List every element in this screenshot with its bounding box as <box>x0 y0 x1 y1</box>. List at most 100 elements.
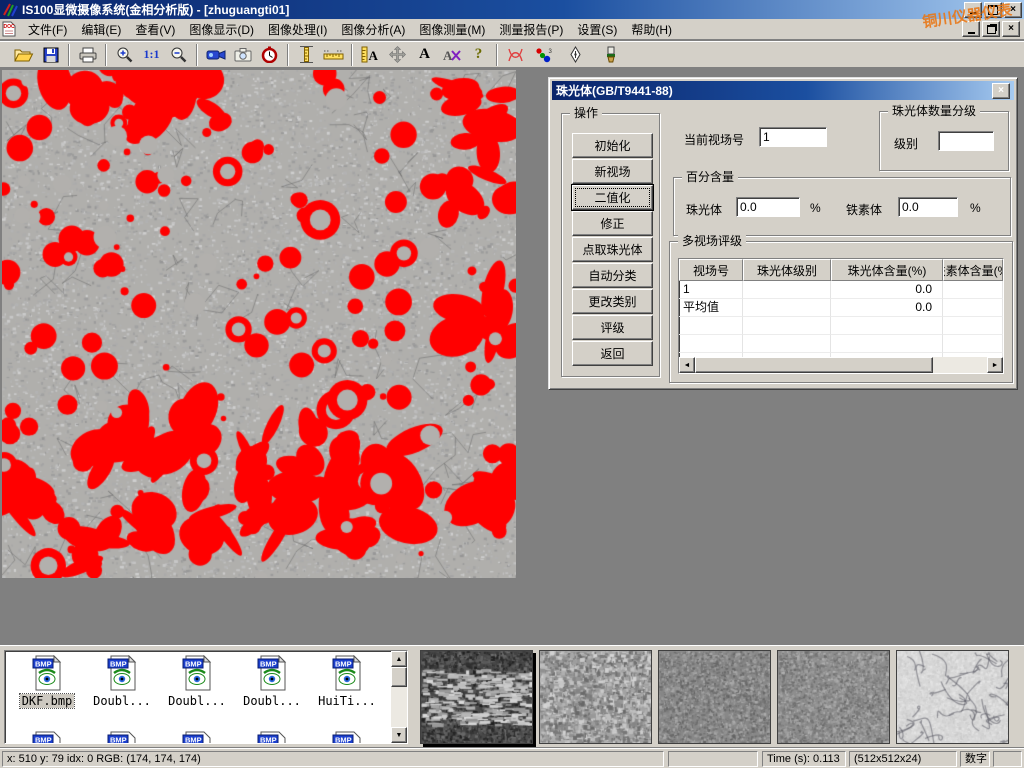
menu-view[interactable]: 查看(V) <box>128 19 182 40</box>
text-delete-tool-button[interactable]: A <box>438 43 465 67</box>
file-item[interactable]: BMP Doubl... <box>86 655 158 708</box>
file-item[interactable]: BMP <box>11 731 83 744</box>
correct-button[interactable]: 修正 <box>572 211 653 236</box>
grade-input[interactable] <box>938 131 994 151</box>
photo-capture-button[interactable] <box>229 43 256 67</box>
save-button[interactable] <box>37 43 64 67</box>
print-button[interactable] <box>74 43 101 67</box>
zoom-in-button[interactable] <box>111 43 138 67</box>
menu-settings[interactable]: 设置(S) <box>570 19 624 40</box>
pen-tool-button[interactable] <box>562 43 589 67</box>
file-item[interactable]: BMP <box>86 731 158 744</box>
scrollbar-thumb[interactable] <box>695 357 933 373</box>
table-horizontal-scrollbar[interactable]: ◄ ► <box>679 357 1003 373</box>
auto-classify-button[interactable]: 自动分类 <box>572 263 653 288</box>
cell: 0.0 <box>831 299 943 317</box>
zoom-out-button[interactable] <box>165 43 192 67</box>
pearlite-label: 珠光体 <box>686 201 722 218</box>
percent-group: 百分含量 珠光体 % 铁素体 % <box>673 177 1011 236</box>
open-file-button[interactable] <box>10 43 37 67</box>
menu-image-display[interactable]: 图像显示(D) <box>182 19 261 40</box>
file-name[interactable]: HuiTi... <box>316 694 378 708</box>
svg-text:BMP: BMP <box>110 660 127 669</box>
cell <box>943 299 1003 317</box>
svg-text:BMP: BMP <box>35 660 52 669</box>
video-capture-button[interactable] <box>202 43 229 67</box>
toolbar-separator <box>351 44 353 66</box>
bmp-file-icon: BMP <box>256 655 288 691</box>
metallographic-image[interactable] <box>2 70 516 578</box>
menu-edit[interactable]: 编辑(E) <box>74 19 128 40</box>
brush-tool-button[interactable] <box>597 43 624 67</box>
menu-image-measure[interactable]: 图像测量(M) <box>412 19 492 40</box>
curve-tool-button[interactable] <box>502 43 529 67</box>
ruler-label-button[interactable]: A <box>357 43 384 67</box>
thumbnail-1[interactable] <box>420 650 533 744</box>
file-item[interactable]: BMP <box>311 731 383 744</box>
menu-image-processing[interactable]: 图像处理(I) <box>261 19 334 40</box>
percent-sign: % <box>970 201 981 215</box>
titlebar: IS100显微摄像系统(金相分析版) - [zhuguangti01] × <box>0 0 1024 19</box>
change-class-button[interactable]: 更改类别 <box>572 289 653 314</box>
mdi-close-button[interactable]: × <box>1002 21 1020 37</box>
cell <box>743 299 831 317</box>
cell: 1 <box>679 281 743 299</box>
new-field-button[interactable]: 新视场 <box>572 159 653 184</box>
menu-file[interactable]: 文件(F) <box>21 19 74 40</box>
file-item[interactable]: BMP Doubl... <box>236 655 308 708</box>
menu-help[interactable]: 帮助(H) <box>624 19 679 40</box>
status-coordinates: x: 510 y: 79 idx: 0 RGB: (174, 174, 174) <box>2 751 664 767</box>
rate-button[interactable]: 评级 <box>572 315 653 340</box>
ferrite-percent-input[interactable] <box>898 197 958 217</box>
file-name[interactable]: Doubl... <box>241 694 303 708</box>
cell: 0.0 <box>831 281 943 299</box>
scroll-left-icon[interactable]: ◄ <box>679 357 695 373</box>
pick-pearlite-button[interactable]: 点取珠光体 <box>572 237 653 262</box>
thumbnail-2[interactable] <box>539 650 652 744</box>
file-name[interactable]: DKF.bmp <box>20 694 75 708</box>
help-button[interactable]: ? <box>465 43 492 67</box>
svg-text:3: 3 <box>548 49 552 55</box>
file-name[interactable]: Doubl... <box>91 694 153 708</box>
rating-table: 视场号 珠光体级别 珠光体含量(%) 铁素体含量(%) 1 0.0 平均值 0.… <box>678 258 1004 374</box>
pearlite-percent-input[interactable] <box>736 197 800 217</box>
return-button[interactable]: 返回 <box>572 341 653 366</box>
window-title: IS100显微摄像系统(金相分析版) - [zhuguangti01] <box>22 1 289 18</box>
menu-measure-report[interactable]: 测量报告(P) <box>492 19 570 40</box>
thumbnail-3[interactable] <box>658 650 771 744</box>
zoom-1-1-button[interactable]: 1:1 <box>138 43 165 67</box>
current-field-input[interactable] <box>759 127 827 147</box>
table-row[interactable]: 平均值 0.0 <box>679 299 1003 317</box>
file-item[interactable]: BMP DKF.bmp <box>11 655 83 708</box>
file-name[interactable]: Doubl... <box>166 694 228 708</box>
col-pearlite-pct: 珠光体含量(%) <box>831 259 943 281</box>
caliper-vertical-button[interactable] <box>293 43 320 67</box>
document-icon[interactable]: DOC <box>2 21 17 37</box>
file-item[interactable]: BMP <box>236 731 308 744</box>
scroll-up-icon[interactable]: ▲ <box>391 651 407 667</box>
file-item[interactable]: BMP Doubl... <box>161 655 233 708</box>
text-tool-button[interactable]: A <box>411 43 438 67</box>
table-row[interactable]: 1 0.0 <box>679 281 1003 299</box>
menubar: DOC 文件(F) 编辑(E) 查看(V) 图像显示(D) 图像处理(I) 图像… <box>0 19 1024 40</box>
thumbnail-5[interactable] <box>896 650 1009 744</box>
svg-text:BMP: BMP <box>35 736 52 745</box>
thumbnail-4[interactable] <box>777 650 890 744</box>
classify-dots-button[interactable]: 3 <box>529 43 556 67</box>
stopwatch-button[interactable] <box>256 43 283 67</box>
menu-image-analysis[interactable]: 图像分析(A) <box>334 19 412 40</box>
file-item[interactable]: BMP <box>161 731 233 744</box>
ruler-horizontal-button[interactable] <box>320 43 347 67</box>
svg-text:BMP: BMP <box>260 736 277 745</box>
init-button[interactable]: 初始化 <box>572 133 653 158</box>
dialog-close-button[interactable]: × <box>992 83 1010 99</box>
file-item[interactable]: BMP HuiTi... <box>311 655 383 708</box>
scrollbar-thumb[interactable] <box>391 667 407 687</box>
scroll-right-icon[interactable]: ► <box>987 357 1003 373</box>
grade-label: 级别 <box>894 135 918 152</box>
file-list-scrollbar[interactable]: ▲ ▼ <box>391 651 407 743</box>
binarize-button[interactable]: 二值化 <box>572 185 653 210</box>
table-row-empty <box>679 335 1003 353</box>
scroll-down-icon[interactable]: ▼ <box>391 727 407 743</box>
move-tool-button[interactable] <box>384 43 411 67</box>
